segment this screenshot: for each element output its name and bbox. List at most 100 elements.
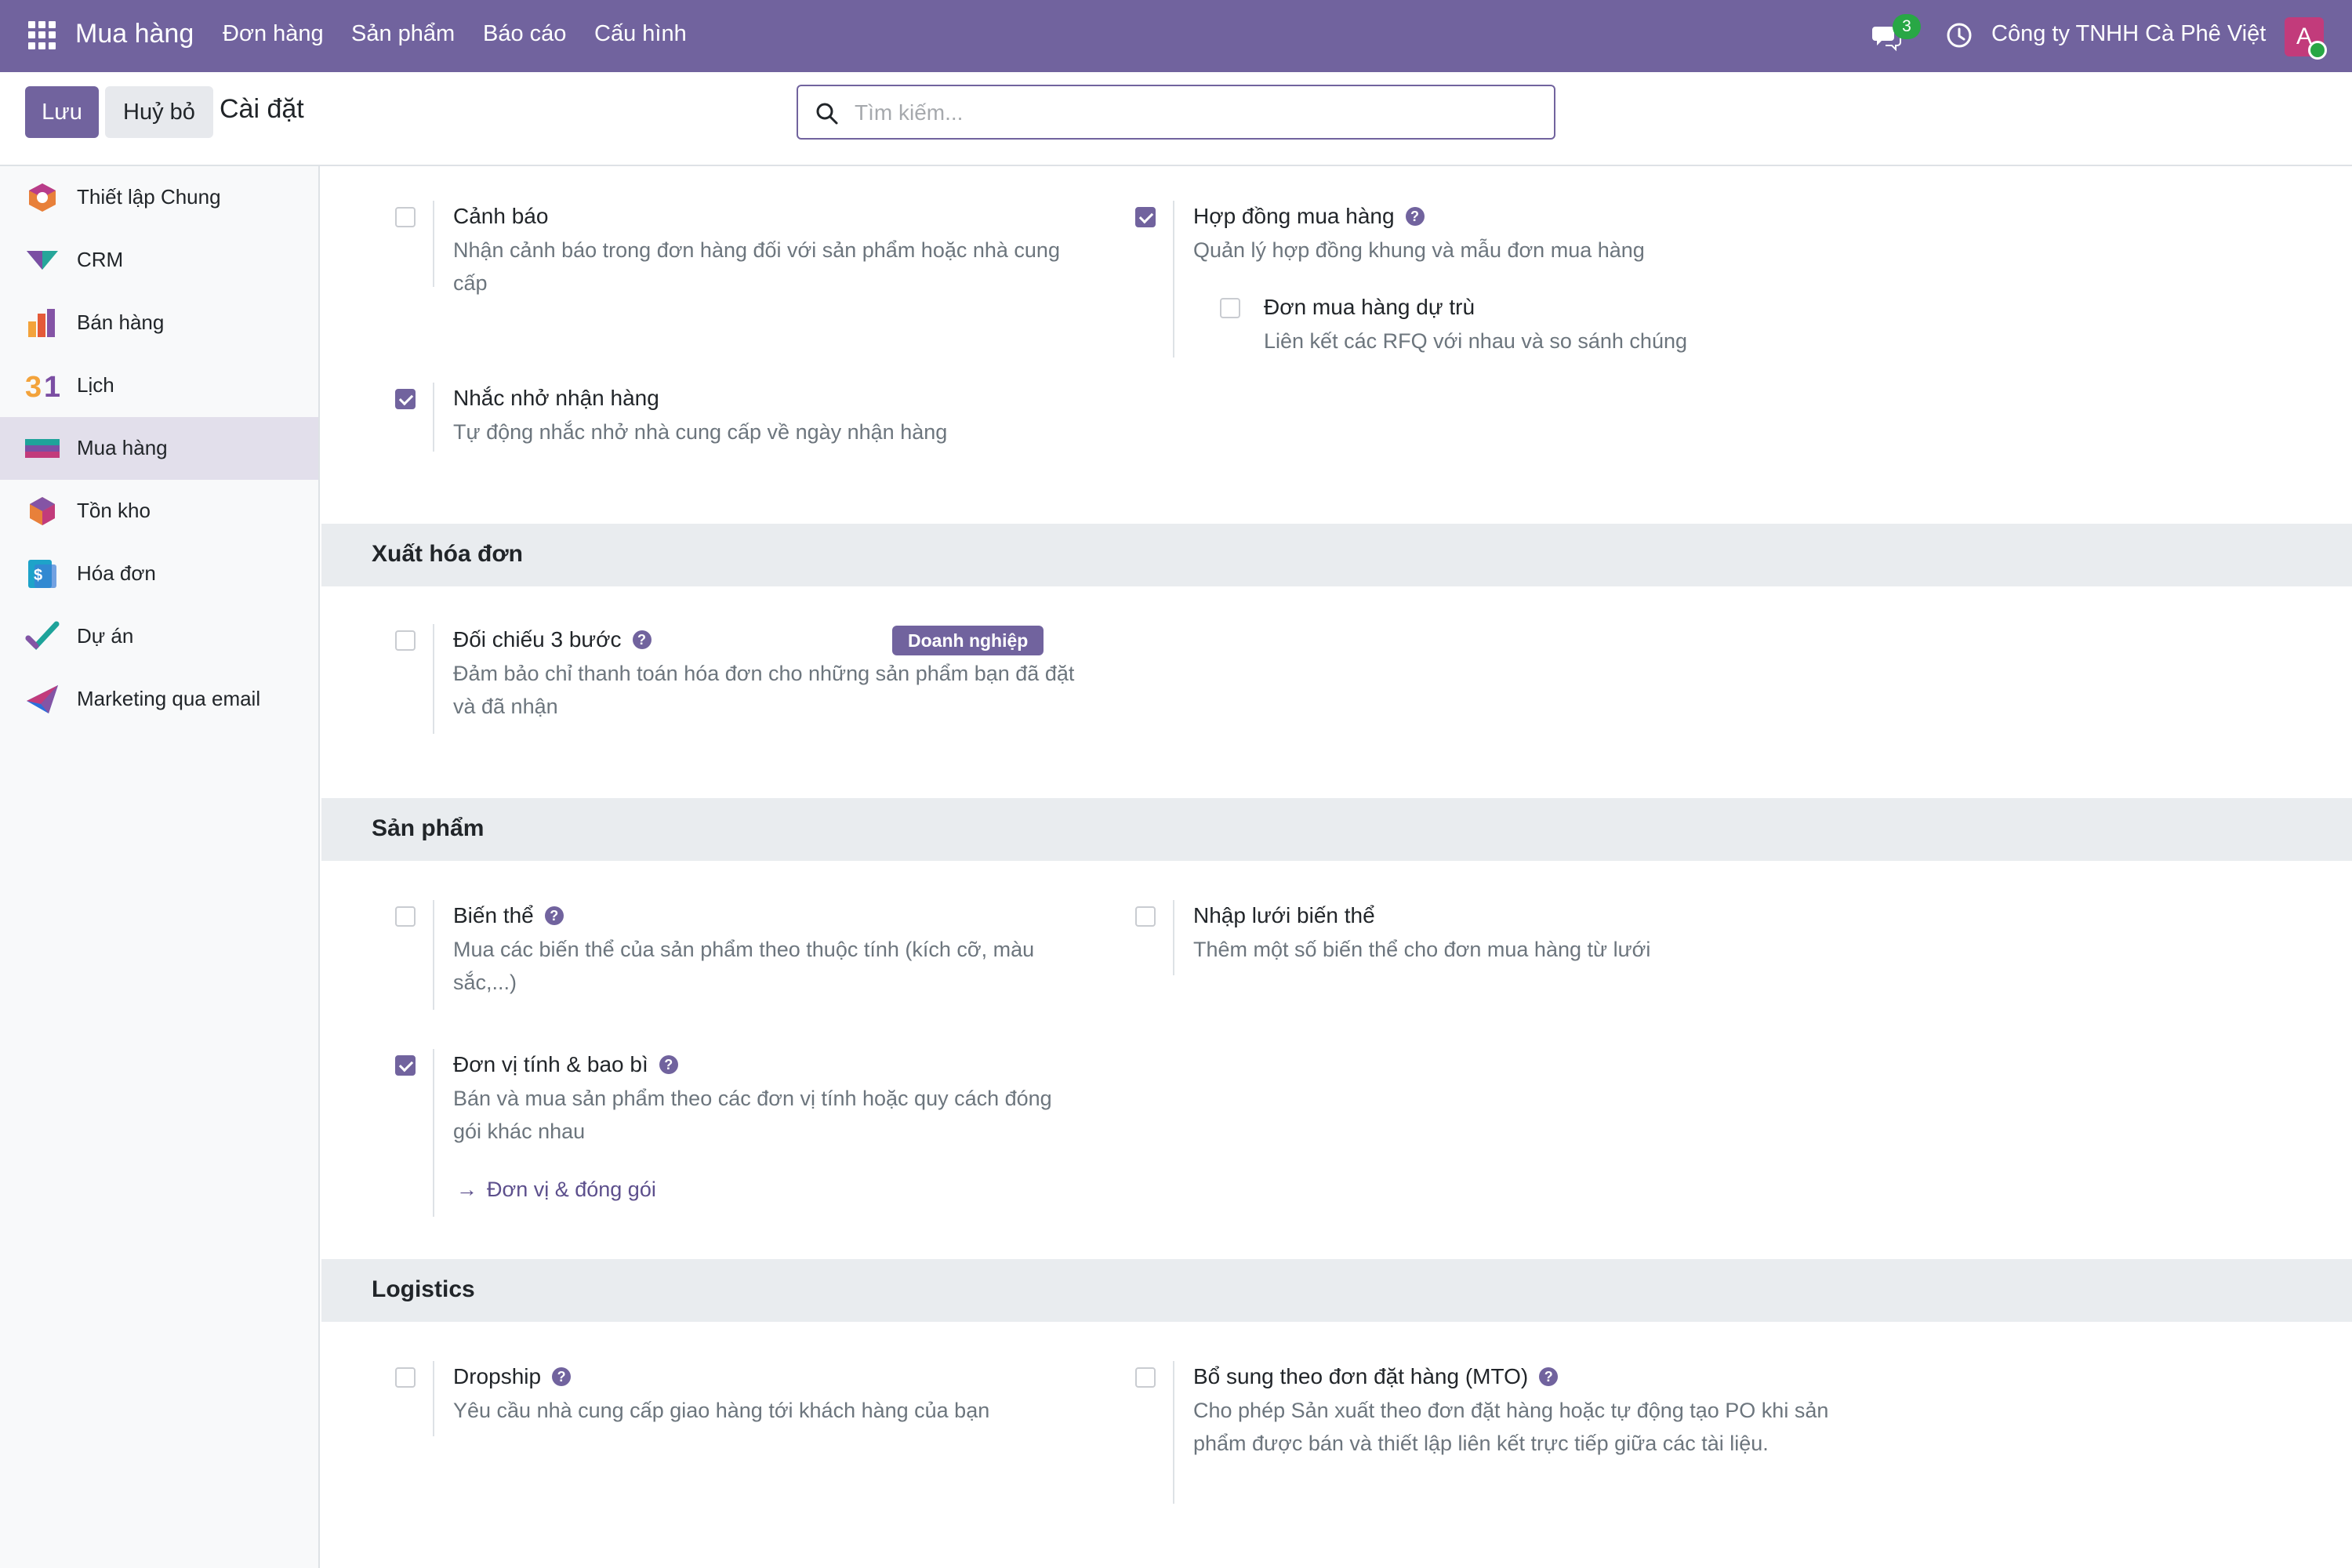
warning-desc: Nhận cảnh báo trong đơn hàng đối với sản… bbox=[453, 238, 1060, 295]
three-way-matching-desc: Đảm bảo chỉ thanh toán hóa đơn cho những… bbox=[453, 662, 1075, 718]
save-button[interactable]: Lưu bbox=[25, 86, 99, 138]
top-navbar: Mua hàng Đơn hàng Sản phẩm Báo cáo Cấu h… bbox=[0, 0, 2352, 72]
variants-title: Biến thể? bbox=[453, 903, 564, 928]
svg-text:3: 3 bbox=[25, 371, 42, 401]
sidebar-item-label: CRM bbox=[77, 248, 124, 271]
sidebar-item-sales[interactable]: Bán hàng bbox=[0, 292, 318, 354]
receipt-reminder-title: Nhắc nhở nhận hàng bbox=[453, 386, 659, 410]
alternative-po-desc: Liên kết các RFQ với nhau và so sánh chú… bbox=[1264, 329, 1687, 353]
sales-app-icon bbox=[28, 309, 55, 337]
sidebar-item-label: Lịch bbox=[77, 373, 114, 397]
sidebar-item-calendar[interactable]: 3 1 Lịch bbox=[0, 354, 318, 417]
three-way-matching-title: Đối chiếu 3 bước? bbox=[453, 627, 652, 652]
company-switcher[interactable]: Công ty TNHH Cà Phê Việt bbox=[1991, 21, 2266, 47]
sidebar-item-email-marketing[interactable]: Marketing qua email bbox=[0, 668, 318, 731]
variant-grid-title: Nhập lưới biến thể bbox=[1193, 903, 1375, 927]
setting-divider bbox=[433, 900, 434, 1010]
setting-divider bbox=[1173, 201, 1174, 358]
variants-checkbox[interactable] bbox=[395, 906, 416, 927]
help-icon[interactable]: ? bbox=[552, 1367, 572, 1386]
setting-divider bbox=[433, 1049, 434, 1217]
search-icon bbox=[816, 103, 838, 125]
cancel-button[interactable]: Huỷ bỏ bbox=[105, 86, 213, 138]
setting-divider bbox=[1173, 1361, 1174, 1504]
page-title: Cài đặt bbox=[220, 94, 304, 124]
section-logistics: Logistics bbox=[321, 1259, 2352, 1322]
setting-divider bbox=[433, 201, 434, 287]
menu-configuration[interactable]: Cấu hình bbox=[594, 21, 687, 47]
purchase-agreements-title: Hợp đồng mua hàng? bbox=[1193, 204, 1425, 229]
warning-title: Cảnh báo bbox=[453, 204, 549, 228]
online-status-dot bbox=[2308, 41, 2327, 60]
sidebar-item-general-settings[interactable]: Thiết lập Chung bbox=[0, 166, 318, 229]
uom-packaging-checkbox[interactable] bbox=[395, 1055, 416, 1076]
dropship-title: Dropship? bbox=[453, 1364, 572, 1389]
section-invoicing: Xuất hóa đơn bbox=[321, 524, 2352, 586]
sidebar-item-inventory[interactable]: Tồn kho bbox=[0, 480, 318, 543]
control-panel: Lưu Huỷ bỏ Cài đặt bbox=[0, 72, 2352, 166]
setting-divider bbox=[1173, 900, 1174, 975]
activity-clock-icon[interactable] bbox=[1944, 20, 1974, 50]
setting-divider bbox=[433, 383, 434, 452]
menu-products[interactable]: Sản phẩm bbox=[351, 21, 455, 47]
dropship-desc: Yêu cầu nhà cung cấp giao hàng tới khách… bbox=[453, 1399, 990, 1422]
sidebar-item-invoicing[interactable]: $ Hóa đơn bbox=[0, 543, 318, 605]
sidebar-item-label: Marketing qua email bbox=[77, 687, 261, 710]
alternative-po-checkbox[interactable] bbox=[1220, 298, 1240, 318]
three-way-matching-checkbox[interactable] bbox=[395, 630, 416, 651]
receipt-reminder-checkbox[interactable] bbox=[395, 389, 416, 409]
help-icon[interactable]: ? bbox=[659, 1054, 678, 1074]
sidebar-item-label: Hóa đơn bbox=[77, 561, 156, 585]
menu-reporting[interactable]: Báo cáo bbox=[483, 21, 566, 47]
purchase-agreements-checkbox[interactable] bbox=[1135, 207, 1156, 227]
app-switcher-grid-icon[interactable] bbox=[28, 21, 56, 49]
mto-checkbox[interactable] bbox=[1135, 1367, 1156, 1388]
chat-count-badge: 3 bbox=[1893, 14, 1921, 39]
help-icon[interactable]: ? bbox=[632, 630, 652, 649]
sidebar-item-label: Tồn kho bbox=[77, 499, 151, 522]
setting-divider bbox=[433, 1361, 434, 1436]
settings-sidebar: Thiết lập Chung CRM Bán hàng 3 1 Lịch Mu… bbox=[0, 166, 320, 1568]
invoicing-app-icon: $ bbox=[28, 560, 56, 588]
receipt-reminder-desc: Tự động nhắc nhở nhà cung cấp về ngày nh… bbox=[453, 420, 948, 444]
purchase-agreements-desc: Quản lý hợp đồng khung và mẫu đơn mua hà… bbox=[1193, 238, 1645, 262]
uom-packaging-link[interactable]: → Đơn vị & đóng gói bbox=[456, 1178, 656, 1202]
variant-grid-desc: Thêm một số biến thể cho đơn mua hàng từ… bbox=[1193, 938, 1651, 961]
sidebar-item-purchase[interactable]: Mua hàng bbox=[0, 417, 318, 480]
inventory-app-icon bbox=[30, 497, 55, 525]
dropship-checkbox[interactable] bbox=[395, 1367, 416, 1388]
app-brand[interactable]: Mua hàng bbox=[75, 19, 194, 49]
section-products: Sản phẩm bbox=[321, 798, 2352, 861]
help-icon[interactable]: ? bbox=[1539, 1367, 1559, 1386]
help-icon[interactable]: ? bbox=[1405, 206, 1425, 226]
svg-text:$: $ bbox=[34, 567, 42, 584]
email-marketing-app-icon bbox=[27, 685, 58, 713]
variants-desc: Mua các biến thể của sản phẩm theo thuộc… bbox=[453, 938, 1035, 994]
enterprise-badge: Doanh nghiệp bbox=[892, 626, 1044, 655]
sidebar-item-crm[interactable]: CRM bbox=[0, 229, 318, 292]
menu-orders[interactable]: Đơn hàng bbox=[223, 21, 324, 47]
settings-main: Cảnh báo Nhận cảnh báo trong đơn hàng đố… bbox=[321, 166, 2352, 1568]
svg-text:1: 1 bbox=[44, 371, 60, 401]
settings-app-icon bbox=[29, 183, 56, 212]
search-input[interactable] bbox=[855, 96, 1529, 130]
section-title: Logistics bbox=[372, 1276, 475, 1302]
purchase-app-icon bbox=[25, 439, 60, 458]
sidebar-item-label: Dự án bbox=[77, 624, 134, 648]
uom-packaging-title: Đơn vị tính & bao bì? bbox=[453, 1052, 678, 1077]
variant-grid-checkbox[interactable] bbox=[1135, 906, 1156, 927]
setting-divider bbox=[433, 624, 434, 734]
arrow-right-icon: → bbox=[456, 1178, 477, 1201]
calendar-app-icon: 3 1 bbox=[25, 371, 60, 401]
help-icon[interactable]: ? bbox=[544, 906, 564, 925]
sidebar-item-label: Bán hàng bbox=[77, 310, 165, 334]
search-box[interactable] bbox=[797, 85, 1555, 140]
project-app-icon bbox=[25, 621, 60, 651]
crm-app-icon bbox=[27, 251, 58, 270]
section-title: Xuất hóa đơn bbox=[372, 541, 523, 567]
warning-checkbox[interactable] bbox=[395, 207, 416, 227]
uom-packaging-desc: Bán và mua sản phẩm theo các đơn vị tính… bbox=[453, 1087, 1052, 1143]
sidebar-item-project[interactable]: Dự án bbox=[0, 605, 318, 668]
sidebar-item-label: Mua hàng bbox=[77, 436, 168, 459]
mto-title: Bổ sung theo đơn đặt hàng (MTO)? bbox=[1193, 1364, 1559, 1389]
